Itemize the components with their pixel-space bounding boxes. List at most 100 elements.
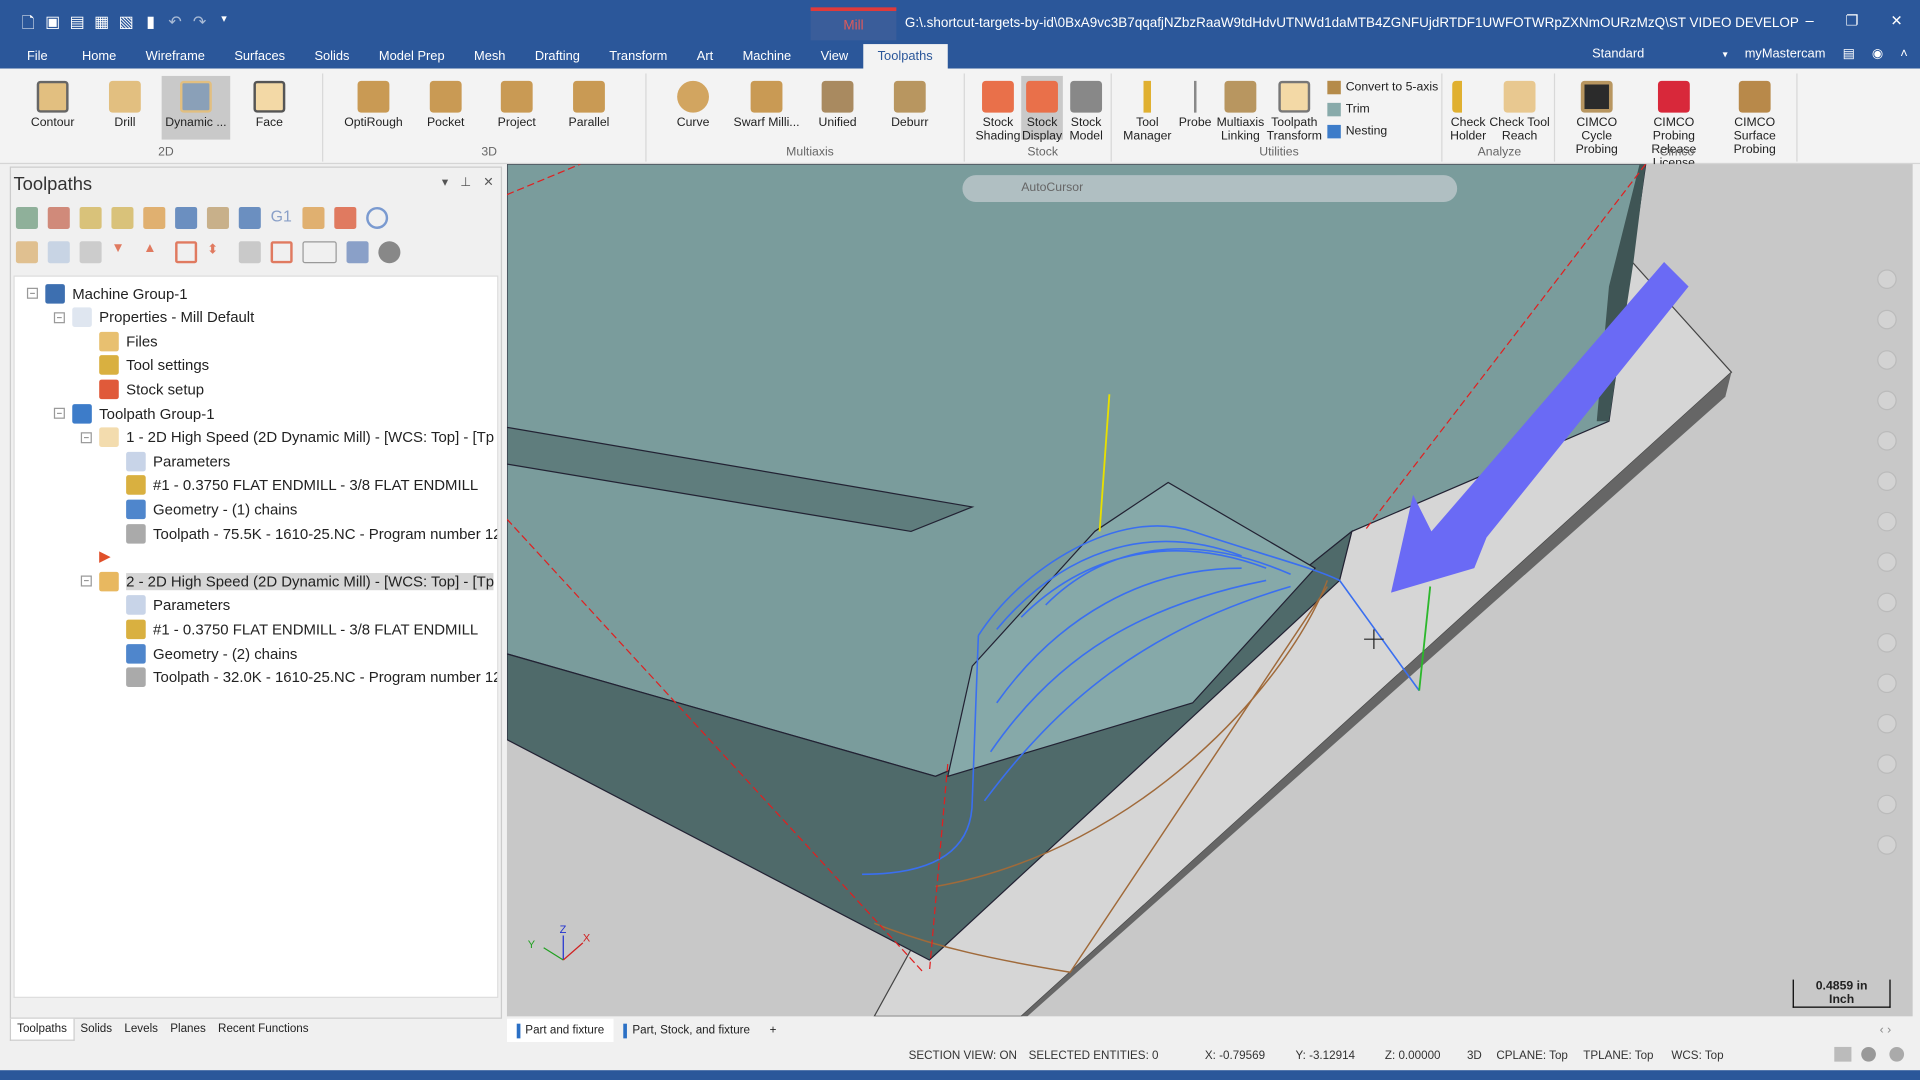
save-as-icon[interactable]: ▧: [118, 12, 135, 39]
cplane-select[interactable]: CPLANE: Top: [1496, 1049, 1568, 1062]
graphics-viewport[interactable]: Z Y X: [506, 164, 1913, 1017]
drill-button[interactable]: Drill: [91, 76, 160, 140]
measure-icon[interactable]: [1877, 471, 1897, 492]
move-up-icon[interactable]: ▲: [143, 241, 165, 263]
viewsheet-tab-part-and-fixture[interactable]: Part and fixture: [506, 1018, 614, 1043]
stock-display-button[interactable]: Stock Display: [1021, 75, 1063, 143]
help-icon[interactable]: [366, 206, 389, 229]
regen-icon[interactable]: [79, 206, 102, 229]
menu-file[interactable]: File: [0, 44, 67, 68]
ghost-icon[interactable]: [79, 241, 102, 264]
post-icon[interactable]: [302, 206, 325, 229]
stock-model-button[interactable]: Stock Model: [1063, 76, 1110, 143]
tab-levels[interactable]: Levels: [118, 1019, 164, 1041]
project-button[interactable]: Project: [482, 76, 551, 140]
dynamic-button[interactable]: Dynamic ...: [161, 75, 231, 140]
close-button[interactable]: ✕: [1891, 12, 1903, 29]
z-coordinate[interactable]: Z: 0.00000: [1385, 1049, 1441, 1062]
zoom-in-icon[interactable]: [1877, 269, 1897, 289]
redo-icon[interactable]: ↷: [191, 12, 208, 39]
move-arrow-icon[interactable]: ⬍: [207, 241, 229, 263]
tool-manager-button[interactable]: Tool Manager: [1119, 76, 1175, 143]
workspace-select[interactable]: Standard: [1592, 47, 1644, 62]
collapse-toggle-icon[interactable]: −: [53, 407, 65, 419]
backplot-icon[interactable]: [175, 206, 198, 229]
deselect-icon[interactable]: [47, 206, 70, 229]
tab-solids[interactable]: Solids: [74, 1019, 118, 1041]
menu-surfaces[interactable]: Surfaces: [220, 44, 300, 68]
curve-button[interactable]: Curve: [659, 76, 728, 140]
pin-icon[interactable]: ⊥: [460, 176, 471, 189]
tab-recent-functions[interactable]: Recent Functions: [212, 1019, 315, 1041]
restore-button[interactable]: ❐: [1846, 12, 1859, 29]
viewsheet-tab-part-stock-fixture[interactable]: Part, Stock, and fixture: [614, 1019, 760, 1042]
tree-item[interactable]: − 1 - 2D High Speed (2D Dynamic Mill) - […: [80, 426, 494, 449]
menu-view[interactable]: View: [806, 44, 863, 68]
display-options-icon[interactable]: [302, 241, 337, 264]
pocket-button[interactable]: Pocket: [411, 76, 480, 140]
tree-item[interactable]: − 2 - 2D High Speed (2D Dynamic Mill) - […: [80, 570, 495, 593]
wcs-select[interactable]: WCS: Top: [1671, 1049, 1723, 1062]
show-related-icon[interactable]: [270, 241, 293, 264]
rotate-icon[interactable]: [1877, 390, 1897, 411]
swarf-milling-button[interactable]: Swarf Milli...: [730, 76, 803, 140]
cimco-surface-probing-button[interactable]: CIMCO Surface Probing: [1714, 76, 1795, 157]
edit-stock-icon[interactable]: [378, 241, 401, 264]
print-icon[interactable]: ▦: [93, 12, 110, 39]
translucency-icon[interactable]: [1889, 1046, 1905, 1062]
menu-transform[interactable]: Transform: [595, 44, 682, 68]
trim-button[interactable]: Trim: [1327, 102, 1370, 117]
tree-item[interactable]: #1 - 0.3750 FLAT ENDMILL - 3/8 FLAT ENDM…: [108, 474, 478, 497]
menu-solids[interactable]: Solids: [300, 44, 364, 68]
panel-close-icon[interactable]: ✕: [483, 176, 493, 189]
menu-art[interactable]: Art: [682, 44, 728, 68]
toolpath-transform-button[interactable]: Toolpath Transform: [1266, 76, 1322, 143]
simulate-icon[interactable]: [238, 206, 261, 229]
undo-icon[interactable]: ↶: [167, 12, 184, 39]
shading-mode-icon[interactable]: [1834, 1046, 1852, 1062]
tree-item[interactable]: Parameters: [108, 450, 230, 473]
tab-scroll-arrows[interactable]: ‹ ›: [1880, 1024, 1892, 1037]
tree-item[interactable]: #1 - 0.3750 FLAT ENDMILL - 3/8 FLAT ENDM…: [108, 618, 478, 641]
tab-toolpaths[interactable]: Toolpaths: [9, 1018, 75, 1041]
save-icon[interactable]: ▣: [44, 12, 61, 39]
tree-item[interactable]: Stock setup: [81, 378, 204, 401]
minimize-button[interactable]: –: [1805, 12, 1813, 29]
clear-icon[interactable]: [1877, 835, 1897, 855]
check-holder-button[interactable]: Check Holder: [1445, 76, 1492, 143]
view-icon[interactable]: [1877, 431, 1897, 451]
cimco-cycle-probing-button[interactable]: CIMCO Cycle Probing: [1560, 76, 1633, 157]
merge-icon[interactable]: ▮: [142, 12, 159, 39]
lock-icon[interactable]: [15, 241, 38, 264]
tree-item[interactable]: Geometry - (2) chains: [108, 642, 297, 665]
tree-item[interactable]: Files: [81, 330, 158, 353]
toggle-display-icon[interactable]: [47, 241, 70, 264]
context-tab-mill[interactable]: Mill: [810, 7, 897, 41]
move-down-icon[interactable]: ▼: [111, 241, 133, 263]
collapse-ribbon-icon[interactable]: ˄: [1900, 47, 1908, 62]
probe-button[interactable]: Probe: [1171, 76, 1220, 140]
panel-menu-icon[interactable]: ▾: [442, 176, 448, 189]
tree-item[interactable]: Parameters: [108, 594, 230, 617]
g1-icon[interactable]: G1: [271, 207, 293, 229]
menu-machine[interactable]: Machine: [728, 44, 806, 68]
collapse-toggle-icon[interactable]: −: [26, 287, 38, 299]
stock-shading-button[interactable]: Stock Shading: [975, 76, 1022, 143]
tree-item[interactable]: − Properties - Mill Default: [53, 306, 254, 329]
menu-home[interactable]: Home: [67, 44, 131, 68]
add-viewsheet-button[interactable]: +: [760, 1019, 786, 1042]
cimco-probing-release-button[interactable]: CIMCO Probing Release License: [1633, 76, 1714, 170]
deburr-button[interactable]: Deburr: [876, 76, 945, 140]
face-button[interactable]: Face: [235, 76, 304, 140]
regen-dirty-icon[interactable]: [111, 206, 134, 229]
menu-toolpaths[interactable]: Toolpaths: [862, 44, 948, 72]
contour-button[interactable]: Contour: [18, 76, 87, 140]
collapse-toggle-icon[interactable]: −: [53, 311, 65, 323]
autocursor-label[interactable]: AutoCursor: [1021, 181, 1083, 194]
menu-drafting[interactable]: Drafting: [520, 44, 594, 68]
tab-planes[interactable]: Planes: [164, 1019, 212, 1041]
tree-item[interactable]: Geometry - (1) chains: [108, 498, 297, 521]
workspace-dropdown-icon[interactable]: ▾: [1723, 48, 1728, 59]
section-view-status[interactable]: SECTION VIEW: ON: [909, 1049, 1017, 1062]
feedback-icon[interactable]: ▤: [1843, 47, 1855, 62]
